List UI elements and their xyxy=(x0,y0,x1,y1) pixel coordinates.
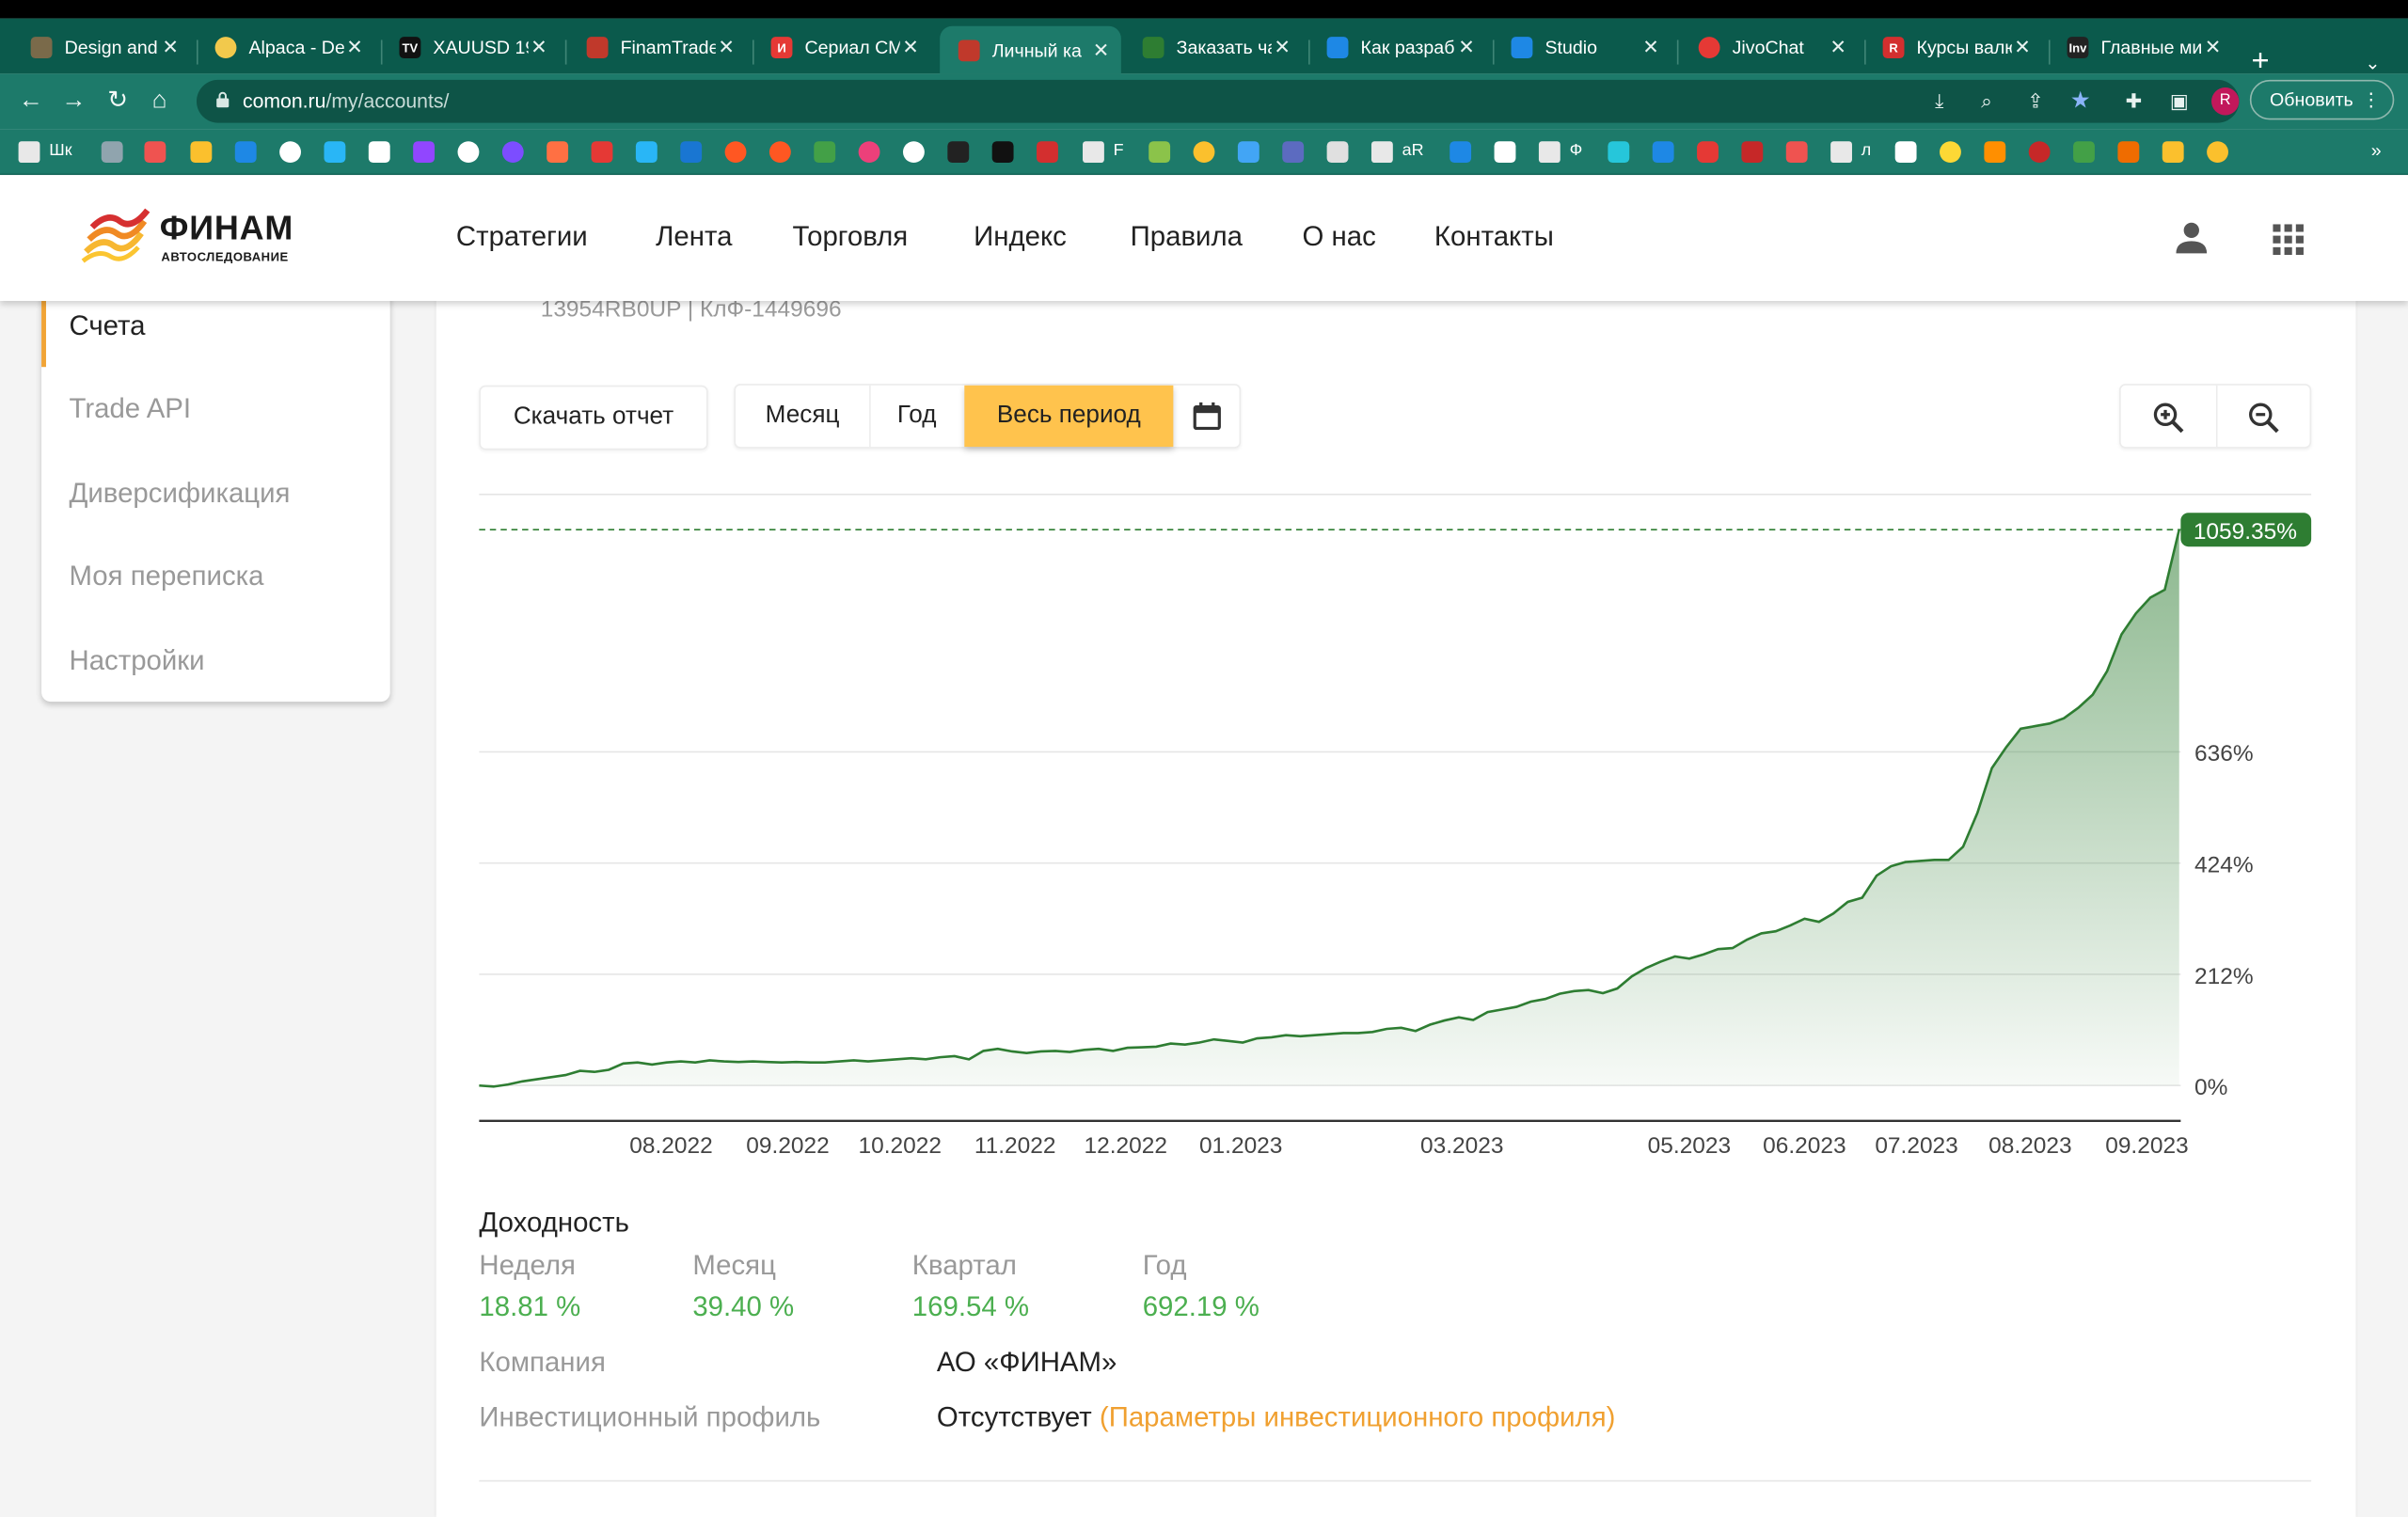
stat-year-label: Год xyxy=(1142,1249,1187,1281)
y-tick-label: 212% xyxy=(2194,964,2254,989)
nav-contacts[interactable]: Контакты xyxy=(1434,221,1554,253)
investment-profile-value: Отсутствует (Параметры инвестиционного п… xyxy=(937,1402,1615,1434)
nav-feed[interactable]: Лента xyxy=(656,221,732,253)
nav-index[interactable]: Индекс xyxy=(974,221,1067,253)
stat-quarter-label: Квартал xyxy=(911,1249,1017,1281)
logo-subtitle: АВТОСЛЕДОВАНИЕ xyxy=(161,250,289,264)
x-tick-label: 07.2023 xyxy=(1875,1133,1957,1159)
section-divider xyxy=(479,1479,2312,1482)
user-icon[interactable] xyxy=(2175,221,2209,255)
y-tick-label: 636% xyxy=(2194,741,2254,766)
x-tick-label: 09.2023 xyxy=(2105,1133,2188,1159)
stat-month-value: 39.40 % xyxy=(692,1291,795,1322)
investment-profile-status: Отсутствует xyxy=(936,1401,1092,1433)
y-tick-label: 0% xyxy=(2194,1075,2227,1100)
x-tick-label: 05.2023 xyxy=(1648,1133,1731,1159)
x-tick-label: 08.2023 xyxy=(1988,1133,2071,1159)
nav-about[interactable]: О нас xyxy=(1302,221,1375,253)
x-tick-label: 06.2023 xyxy=(1763,1133,1846,1159)
nav-rules[interactable]: Правила xyxy=(1131,221,1243,253)
apps-grid-icon[interactable] xyxy=(2273,224,2304,256)
logo-name[interactable]: ФИНАМ xyxy=(160,209,293,248)
investment-profile-link[interactable]: (Параметры инвестиционного профиля) xyxy=(1100,1402,1615,1433)
chart-last-value-badge: 1059.35% xyxy=(2180,513,2312,547)
stat-week-value: 18.81 % xyxy=(479,1291,581,1322)
chart-area-fill xyxy=(479,529,2179,1087)
x-tick-label: 09.2022 xyxy=(746,1133,829,1159)
finam-logo-icon[interactable] xyxy=(80,206,150,267)
company-label: Компания xyxy=(479,1346,606,1378)
y-tick-label: 424% xyxy=(2194,852,2254,877)
stat-week-label: Неделя xyxy=(479,1249,576,1281)
x-tick-label: 03.2023 xyxy=(1420,1133,1503,1159)
returns-title: Доходность xyxy=(479,1207,629,1238)
x-tick-label: 12.2022 xyxy=(1085,1133,1167,1159)
last-value-label: 1059.35% xyxy=(2194,519,2297,545)
chart-x-ticks: 08.2022 09.2022 10.2022 11.2022 12.2022 01.20… xyxy=(629,1133,2188,1159)
nav-trading[interactable]: Торговля xyxy=(792,221,908,253)
stat-month-label: Месяц xyxy=(692,1249,776,1281)
investment-profile-label: Инвестиционный профиль xyxy=(479,1401,821,1433)
x-tick-label: 10.2022 xyxy=(859,1133,942,1159)
stat-quarter-value: 169.54 % xyxy=(911,1291,1029,1322)
x-tick-label: 08.2022 xyxy=(629,1133,712,1159)
site-header: ФИНАМ АВТОСЛЕДОВАНИЕ Стратегии Лента Тор… xyxy=(0,175,2408,301)
x-tick-label: 01.2023 xyxy=(1199,1133,1282,1159)
company-value: АО «ФИНАМ» xyxy=(936,1346,1117,1378)
x-tick-label: 11.2022 xyxy=(974,1133,1056,1159)
nav-strategies[interactable]: Стратегии xyxy=(456,221,588,253)
chart-y-ticks: 0% 212% 424% 636% xyxy=(2194,741,2254,1100)
stat-year-value: 692.19 % xyxy=(1142,1291,1259,1322)
